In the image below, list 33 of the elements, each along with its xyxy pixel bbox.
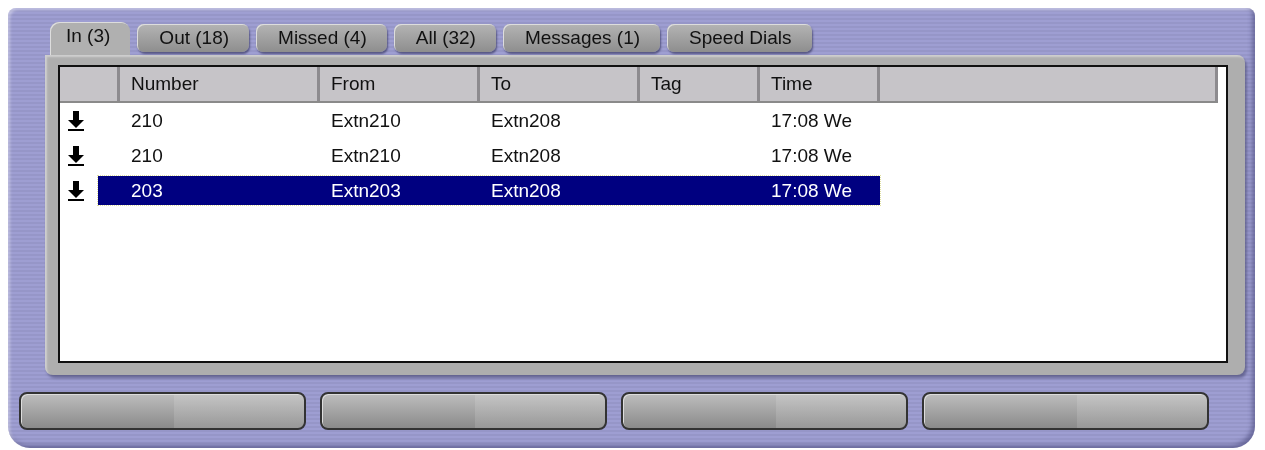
table-cell: 203 [131, 179, 163, 201]
blank-button[interactable] [19, 392, 306, 430]
table-cell: 17:08 We [771, 144, 852, 166]
list-row[interactable]: 203 Extn203 Extn208 17:08 We [98, 176, 880, 205]
tab[interactable]: In (3) [50, 22, 131, 55]
table-cell: 210 [131, 144, 163, 166]
table-cell: Extn208 [491, 144, 561, 166]
table-cell: 210 [131, 109, 163, 131]
table-cell: Extn210 [331, 144, 401, 166]
column-header[interactable]: Number [120, 67, 320, 101]
tab[interactable]: All (32) [393, 24, 496, 52]
list-row[interactable]: 210 Extn210 Extn208 17:08 We [98, 106, 880, 135]
column-header[interactable]: Tag [640, 67, 760, 101]
blank-button[interactable] [621, 392, 908, 430]
tab[interactable]: Missed (4) [256, 24, 387, 52]
down-arrow-icon [68, 180, 84, 201]
table-cell: 17:08 We [771, 109, 852, 131]
table-cell: 17:08 We [771, 179, 852, 201]
column-header[interactable]: From [320, 67, 480, 101]
column-header[interactable]: To [480, 67, 640, 101]
tab[interactable]: Out (18) [137, 24, 250, 52]
down-arrow-icon [68, 145, 84, 166]
list-row[interactable]: 210 Extn210 Extn208 17:08 We [98, 141, 880, 170]
table-cell: Extn208 [491, 109, 561, 131]
blank-button[interactable] [320, 392, 607, 430]
tab[interactable]: Messages (1) [502, 24, 661, 52]
table-cell: Extn208 [491, 179, 561, 201]
blank-button[interactable] [922, 392, 1209, 430]
tab[interactable]: Speed Dials [667, 24, 812, 52]
down-arrow-icon [68, 110, 84, 131]
table-cell: Extn210 [331, 109, 401, 131]
column-header[interactable]: Time [760, 67, 880, 101]
table-cell: Extn203 [331, 179, 401, 201]
